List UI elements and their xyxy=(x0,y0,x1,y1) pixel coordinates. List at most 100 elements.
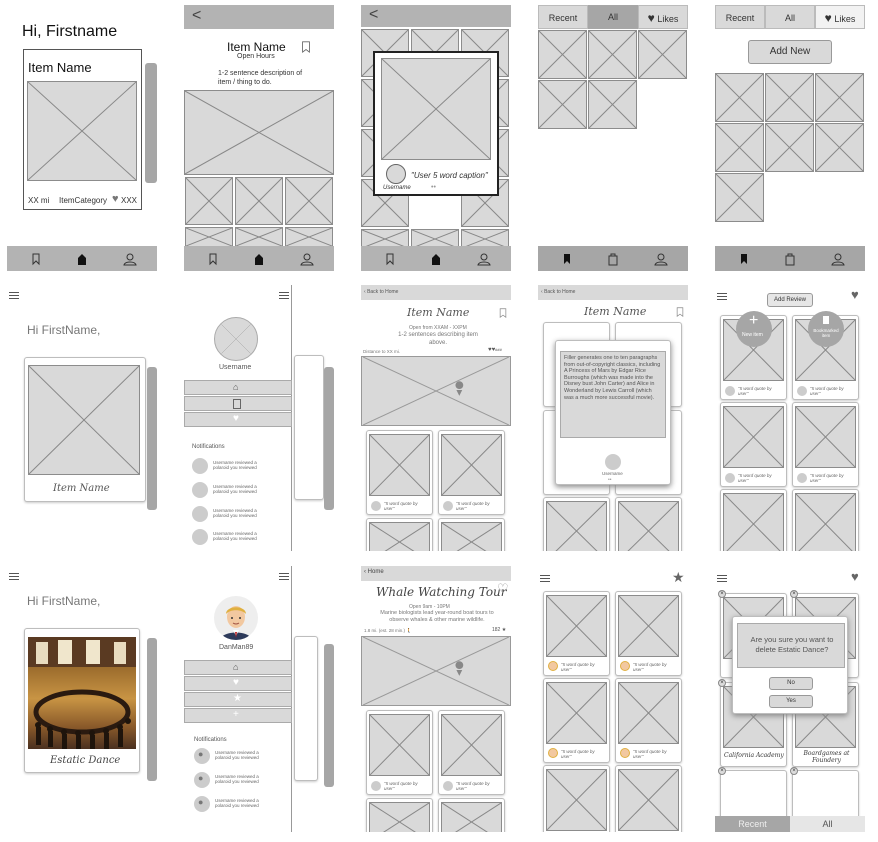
notification-avatar[interactable] xyxy=(192,529,208,545)
bookmarked-item-fab[interactable]: Bookmarked item xyxy=(808,311,844,347)
back-button[interactable]: ‹ Back to Home xyxy=(541,289,575,295)
no-button[interactable]: No xyxy=(769,677,813,690)
home-icon[interactable] xyxy=(75,252,89,266)
item-thumb[interactable] xyxy=(715,173,764,222)
item-thumb[interactable] xyxy=(765,123,814,172)
review-card[interactable]: "5 word quote by user" xyxy=(366,430,433,515)
menu-icon[interactable] xyxy=(540,575,550,582)
profile-icon[interactable] xyxy=(831,252,845,266)
review-card[interactable] xyxy=(366,518,433,551)
review-card[interactable] xyxy=(366,798,433,832)
menu-icon[interactable] xyxy=(9,573,19,580)
profile-icon[interactable] xyxy=(477,252,491,266)
item-thumb[interactable] xyxy=(765,73,814,122)
thumb[interactable] xyxy=(285,227,333,247)
yes-button[interactable]: Yes xyxy=(769,695,813,708)
drawer-item-likes[interactable]: ♥ xyxy=(184,412,292,427)
bookmark-icon[interactable] xyxy=(383,252,397,266)
profile-icon[interactable] xyxy=(123,252,137,266)
bookmark-icon[interactable] xyxy=(675,304,685,317)
tab-likes[interactable]: ♥ Likes xyxy=(815,5,865,29)
bag-icon[interactable] xyxy=(783,252,797,266)
pager-dots[interactable]: •• xyxy=(431,184,436,191)
review-card[interactable] xyxy=(438,518,505,551)
thumb[interactable] xyxy=(185,177,233,225)
home-icon[interactable] xyxy=(429,252,443,266)
review-card[interactable] xyxy=(615,765,682,832)
tab-all[interactable]: All xyxy=(790,816,865,832)
tab-all[interactable]: All xyxy=(765,5,815,29)
item-thumb[interactable] xyxy=(815,73,864,122)
notification-text[interactable]: Username reviewed a polaroid you reviewe… xyxy=(213,531,273,541)
menu-icon[interactable] xyxy=(717,575,727,582)
next-card-peek[interactable] xyxy=(145,63,157,183)
review-card[interactable]: "5 word quote by user" xyxy=(438,710,505,795)
next-card-peek[interactable] xyxy=(147,638,157,781)
back-button[interactable]: < xyxy=(192,7,201,25)
liked-thumb[interactable] xyxy=(538,80,587,129)
menu-icon[interactable] xyxy=(9,292,19,299)
liked-thumb[interactable] xyxy=(588,30,637,79)
avatar[interactable] xyxy=(386,164,406,184)
notification-text[interactable]: Username reviewed a polaroid you reviewe… xyxy=(215,750,275,760)
back-button[interactable]: ‹ Home xyxy=(364,569,384,575)
back-button[interactable]: < xyxy=(369,6,378,24)
user-polaroid-popup[interactable]: "User 5 word caption" Username •• xyxy=(373,51,499,196)
tab-recent[interactable]: Recent xyxy=(538,5,588,29)
thumb[interactable] xyxy=(235,227,283,247)
star-icon[interactable]: ★ xyxy=(672,569,685,586)
menu-icon[interactable] xyxy=(717,293,727,300)
bookmark-icon[interactable] xyxy=(560,252,574,266)
tab-recent[interactable]: Recent xyxy=(715,5,765,29)
drawer-item-add[interactable]: + xyxy=(184,708,292,723)
review-popup[interactable]: Filler generates one to ten paragraphs f… xyxy=(555,340,671,485)
home-icon[interactable] xyxy=(252,252,266,266)
polaroid-card[interactable]: Estatic Dance xyxy=(24,628,140,773)
heart-icon[interactable]: ♡ xyxy=(497,581,509,597)
menu-icon[interactable] xyxy=(279,292,289,299)
review-card[interactable] xyxy=(792,489,859,551)
bag-icon[interactable] xyxy=(606,252,620,266)
notification-avatar[interactable] xyxy=(192,482,208,498)
liked-thumb[interactable] xyxy=(538,30,587,79)
drawer-item-favorites[interactable]: ★ xyxy=(184,692,292,707)
notification-avatar[interactable] xyxy=(192,458,208,474)
delete-badge[interactable]: × xyxy=(718,679,726,687)
menu-icon[interactable] xyxy=(279,573,289,580)
notification-avatar[interactable] xyxy=(192,506,208,522)
polaroid-card[interactable]: Item Name XX mi ItemCategory ♥ XXX xyxy=(23,49,142,210)
delete-badge[interactable]: × xyxy=(718,590,726,598)
item-thumb[interactable] xyxy=(815,123,864,172)
bookmark-icon[interactable] xyxy=(737,252,751,266)
review-card[interactable]: "5 word quote by user" xyxy=(543,591,610,676)
thumb[interactable] xyxy=(235,177,283,225)
delete-badge[interactable]: × xyxy=(790,590,798,598)
notification-text[interactable]: Username reviewed a polaroid you reviewe… xyxy=(213,484,273,494)
avatar[interactable] xyxy=(214,317,258,361)
thumb[interactable] xyxy=(185,227,233,247)
back-button[interactable]: ‹ Back to Home xyxy=(364,289,398,295)
item-thumb[interactable] xyxy=(715,123,764,172)
notification-text[interactable]: Username reviewed a polaroid you reviewe… xyxy=(215,774,275,784)
heart-icon[interactable]: ♥ xyxy=(851,287,859,302)
liked-thumb[interactable] xyxy=(638,30,687,79)
polaroid-card[interactable]: Item Name xyxy=(24,357,146,502)
drawer-item-home[interactable]: ⌂ xyxy=(184,380,292,395)
heart-icon[interactable]: ♥ xyxy=(112,193,119,205)
drawer-item-bookmarks[interactable] xyxy=(184,396,292,411)
review-card[interactable]: "5 word quote by user" xyxy=(792,402,859,487)
bookmark-icon[interactable] xyxy=(300,40,312,53)
review-card[interactable] xyxy=(438,798,505,832)
review-card[interactable] xyxy=(720,489,787,551)
review-card[interactable]: "5 word quote by user" xyxy=(615,678,682,763)
review-card[interactable]: "5 word quote by user" xyxy=(543,678,610,763)
notification-text[interactable]: Username reviewed a polaroid you reviewe… xyxy=(213,460,273,470)
notification-avatar[interactable]: ● xyxy=(194,748,210,764)
bookmark-icon[interactable] xyxy=(206,252,220,266)
notification-avatar[interactable]: ● xyxy=(194,772,210,788)
delete-badge[interactable]: × xyxy=(718,767,726,775)
item-thumb[interactable] xyxy=(715,73,764,122)
drawer-item-home[interactable]: ⌂ xyxy=(184,660,292,675)
notification-avatar[interactable]: ● xyxy=(194,796,210,812)
add-review-button[interactable]: Add Review xyxy=(767,293,813,307)
